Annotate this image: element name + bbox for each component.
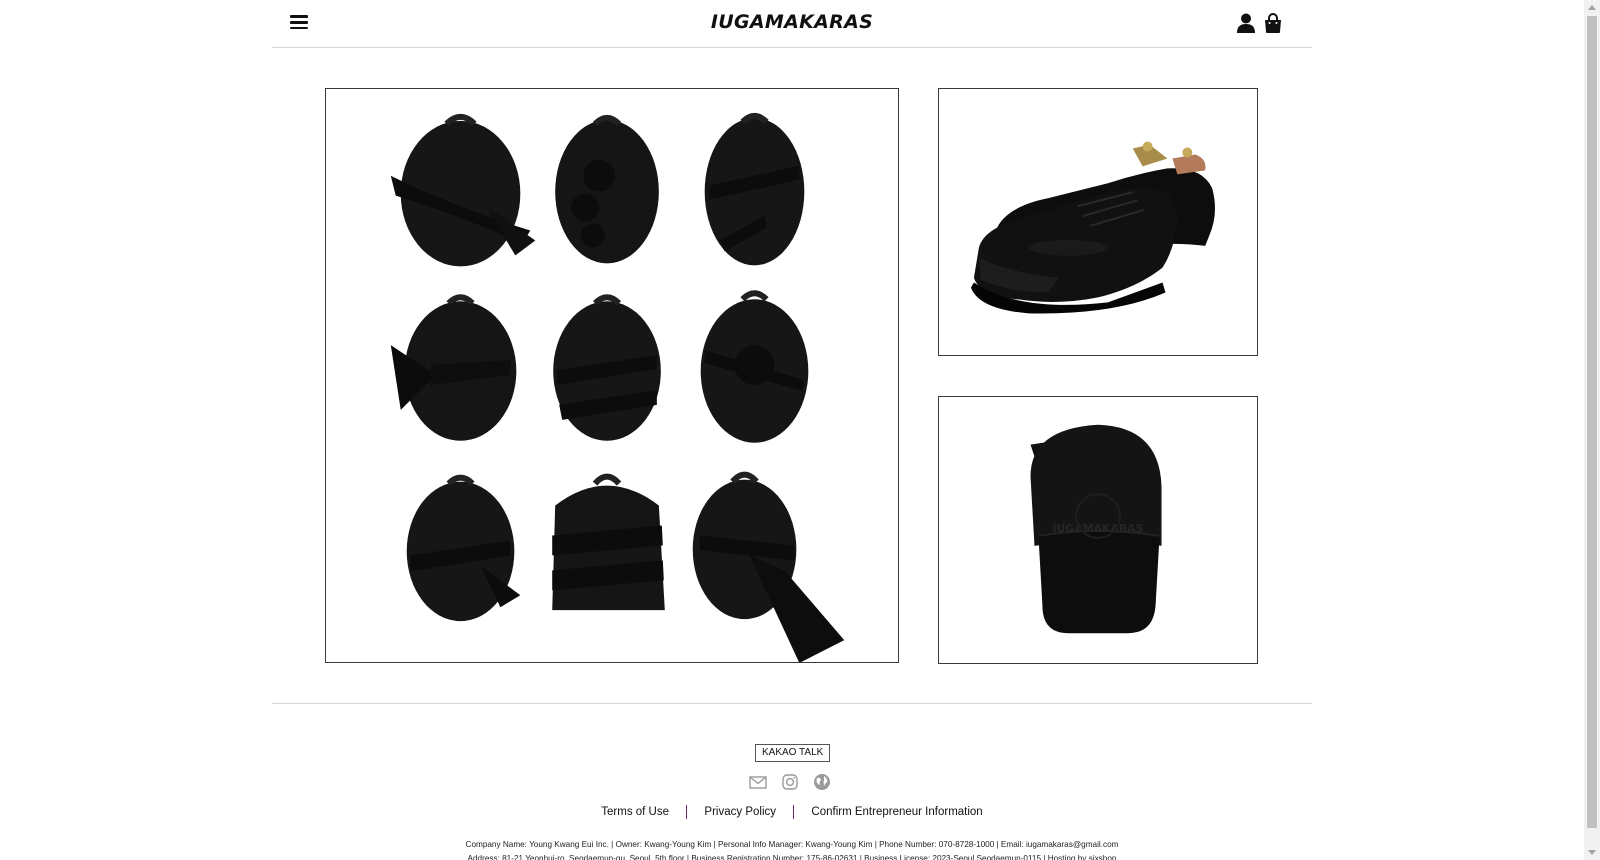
black-derby-shoes-tile[interactable] — [938, 88, 1258, 356]
vertical-scrollbar[interactable] — [1584, 0, 1600, 860]
backpack-grid-image — [390, 112, 845, 662]
svg-text:IUGAMAKARAS: IUGAMAKARAS — [1052, 522, 1143, 535]
address-line: Address: 81-21 Yeonhui-ro, Seodaemun-gu,… — [467, 854, 1117, 860]
cap-image: IUGAMAKARAS — [1030, 424, 1162, 634]
footer-links: Terms of Use Privacy Policy Confirm Entr… — [272, 805, 1312, 819]
privacy-policy-link[interactable]: Privacy Policy — [704, 806, 776, 818]
instagram-icon[interactable] — [780, 772, 800, 792]
mail-icon[interactable] — [748, 772, 768, 792]
site-logo[interactable]: IUGAMAKARAS — [272, 11, 1312, 33]
backpacks-collection-tile[interactable] — [325, 88, 899, 663]
scroll-down-arrow-icon[interactable] — [1588, 850, 1596, 855]
scroll-up-arrow-icon[interactable] — [1588, 5, 1596, 10]
kakao-talk-button[interactable]: KAKAO TALK — [755, 744, 831, 762]
globe-icon[interactable] — [812, 772, 832, 792]
site-header: IUGAMAKARAS — [272, 0, 1312, 48]
shopping-bag-icon[interactable] — [1262, 12, 1284, 34]
page: IUGAMAKARAS IUGAMAKARAS KAKAO TALK Terms… — [272, 0, 1312, 860]
company-line: Company Name: Young Kwang Eui Inc. | Own… — [465, 840, 1119, 849]
terms-of-use-link[interactable]: Terms of Use — [601, 806, 669, 818]
company-info: Company Name: Young Kwang Eui Inc. | Own… — [272, 838, 1312, 860]
shoe-image — [970, 141, 1216, 314]
footer-divider — [272, 703, 1312, 704]
social-icons — [748, 772, 868, 792]
black-cap-tile[interactable]: IUGAMAKARAS — [938, 396, 1258, 664]
link-separator — [686, 805, 688, 819]
scroll-thumb[interactable] — [1587, 16, 1597, 828]
confirm-entrepreneur-link[interactable]: Confirm Entrepreneur Information — [811, 806, 982, 818]
user-icon[interactable] — [1235, 12, 1257, 34]
link-separator — [793, 805, 795, 819]
